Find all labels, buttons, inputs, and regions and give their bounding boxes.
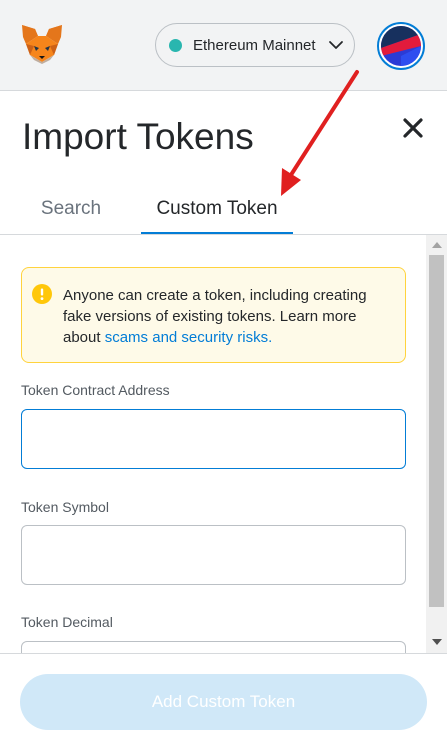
close-icon[interactable] [401,116,425,140]
metamask-popup: Ethereum Mainnet Import Tokens Search Cu… [0,0,447,752]
scroll-up-arrow[interactable] [432,242,442,248]
contract-address-label: Token Contract Address [21,382,170,398]
scrollbar-thumb[interactable] [429,255,444,607]
info-icon [32,284,52,304]
footer: Add Custom Token [0,653,447,752]
network-label: Ethereum Mainnet [193,36,316,54]
network-status-dot [169,38,182,52]
custom-token-form: Anyone can create a token, including cre… [0,235,447,653]
scrollbar[interactable] [426,235,447,653]
token-symbol-input[interactable] [21,525,406,585]
token-decimal-label: Token Decimal [21,614,113,630]
network-selector[interactable]: Ethereum Mainnet [155,23,355,67]
account-avatar[interactable] [377,22,425,70]
token-decimal-input[interactable] [21,641,406,653]
metamask-fox-icon[interactable] [20,22,64,66]
import-tabs: Search Custom Token [0,186,447,235]
contract-address-input[interactable] [21,409,406,469]
scams-security-link[interactable]: scams and security risks. [105,329,273,346]
account-avatar-icon [381,26,421,66]
add-custom-token-button[interactable]: Add Custom Token [20,674,427,730]
page-title: Import Tokens [22,116,254,157]
scroll-down-arrow[interactable] [432,639,442,645]
app-header: Ethereum Mainnet [0,0,447,91]
token-symbol-label: Token Symbol [21,499,109,515]
tab-search[interactable]: Search [22,186,120,232]
chevron-down-icon [329,41,343,49]
tab-custom-token[interactable]: Custom Token [141,186,293,234]
warning-text: Anyone can create a token, including cre… [63,285,398,348]
warning-banner: Anyone can create a token, including cre… [21,267,406,363]
